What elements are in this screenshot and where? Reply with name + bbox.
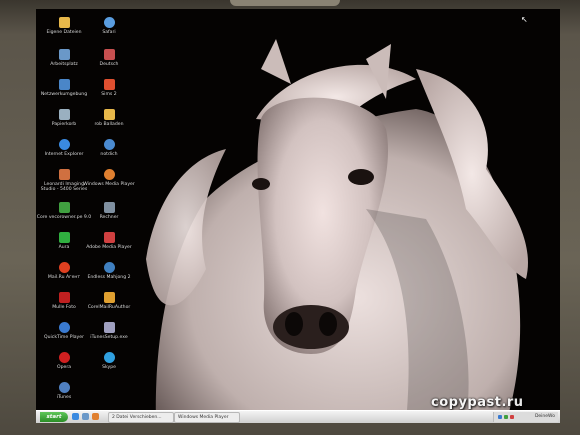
desktop-icon-itunes[interactable]: iTunes: [36, 382, 92, 400]
desktop-icon-adobe-media-player[interactable]: Adobe Media Player: [81, 232, 137, 250]
desktop-screen: Eigene Dateien Safari Arbeitsplatz Deuts…: [36, 9, 560, 423]
desktop-icon-windows-media-player[interactable]: Windows Media Player: [81, 169, 137, 187]
taskbar-button-media-player[interactable]: Windows Media Player: [174, 412, 240, 423]
icon-label: Adobe Media Player: [86, 245, 132, 250]
icon-label: CorelMailRuAuthor: [87, 305, 131, 310]
itunes-icon: [58, 382, 70, 393]
desktop-icon-notdich[interactable]: notdich: [81, 139, 137, 157]
app-icon: [103, 292, 115, 303]
monitor-top-cap: [230, 0, 340, 6]
tray-security-icon[interactable]: [510, 415, 514, 419]
quicklaunch-ie-icon[interactable]: [72, 413, 79, 420]
tray-network-icon[interactable]: [498, 415, 502, 419]
icon-label: Deutsch: [99, 62, 119, 67]
app-icon: [103, 139, 115, 150]
game-icon: [103, 262, 115, 273]
desktop-icon-rob-balladen[interactable]: rob Balladen: [81, 109, 137, 127]
icon-label: Sims 2: [101, 92, 117, 97]
taskbar-button-file-move[interactable]: 2 Datei Verschieben...: [108, 412, 174, 423]
recycle-bin-icon: [58, 109, 70, 120]
desktop-icon-itunes-setup[interactable]: iTunesSetup.exe: [81, 322, 137, 340]
calculator-icon: [103, 202, 115, 213]
folder-icon: [103, 109, 115, 120]
mouse-cursor-icon: ↖: [521, 15, 528, 24]
tray-volume-icon[interactable]: [504, 415, 508, 419]
computer-icon: [58, 49, 70, 60]
network-icon: [58, 79, 70, 90]
icon-label: Rechner: [99, 215, 119, 220]
imaging-icon: [58, 169, 70, 180]
mail-agent-icon: [58, 262, 70, 273]
adobe-icon: [103, 232, 115, 243]
quicklaunch-desktop-icon[interactable]: [82, 413, 89, 420]
taskbar: start 2 Datei Verschieben... Windows Med…: [36, 410, 560, 423]
desktop-icon-sims-2[interactable]: Sims 2: [81, 79, 137, 97]
quicklaunch-media-icon[interactable]: [92, 413, 99, 420]
desktop-icon-endless-mahjong[interactable]: Endless Mahjong 2: [81, 262, 137, 280]
desktop-icon-skype[interactable]: Skype: [81, 352, 137, 370]
icon-label: rob Balladen: [94, 122, 124, 127]
icon-label: iTunesSetup.exe: [90, 335, 128, 340]
icon-label: Skype: [102, 365, 116, 370]
app-icon: [58, 232, 70, 243]
system-tray: DeineWo: [493, 412, 558, 422]
safari-icon: [103, 17, 115, 28]
desktop-icon-safari[interactable]: Safari: [81, 17, 137, 35]
icon-label: Windows Media Player: [83, 182, 135, 187]
folder-icon: [58, 17, 70, 28]
start-button[interactable]: start: [40, 412, 68, 422]
installer-icon: [103, 322, 115, 333]
icon-label: Safari: [102, 30, 116, 35]
sims-icon: [103, 79, 115, 90]
skype-icon: [103, 352, 115, 363]
icon-label: notdich: [100, 152, 118, 157]
internet-explorer-icon: [58, 139, 70, 150]
icon-label: Endless Mahjong 2: [87, 275, 131, 280]
app-icon: [58, 202, 70, 213]
quicktime-icon: [58, 322, 70, 333]
desktop-icon-deutsch[interactable]: Deutsch: [81, 49, 137, 67]
desktop-icon-rechner[interactable]: Rechner: [81, 202, 137, 220]
tray-clock[interactable]: DeineWo: [535, 412, 555, 422]
photo-icon: [58, 292, 70, 303]
opera-icon: [58, 352, 70, 363]
desktop-icon-corel-mailru[interactable]: CorelMailRuAuthor: [81, 292, 137, 310]
media-player-icon: [103, 169, 115, 180]
watermark: copypast.ru: [431, 395, 524, 410]
icon-label: iTunes: [56, 395, 72, 400]
windows-icon: [103, 49, 115, 60]
